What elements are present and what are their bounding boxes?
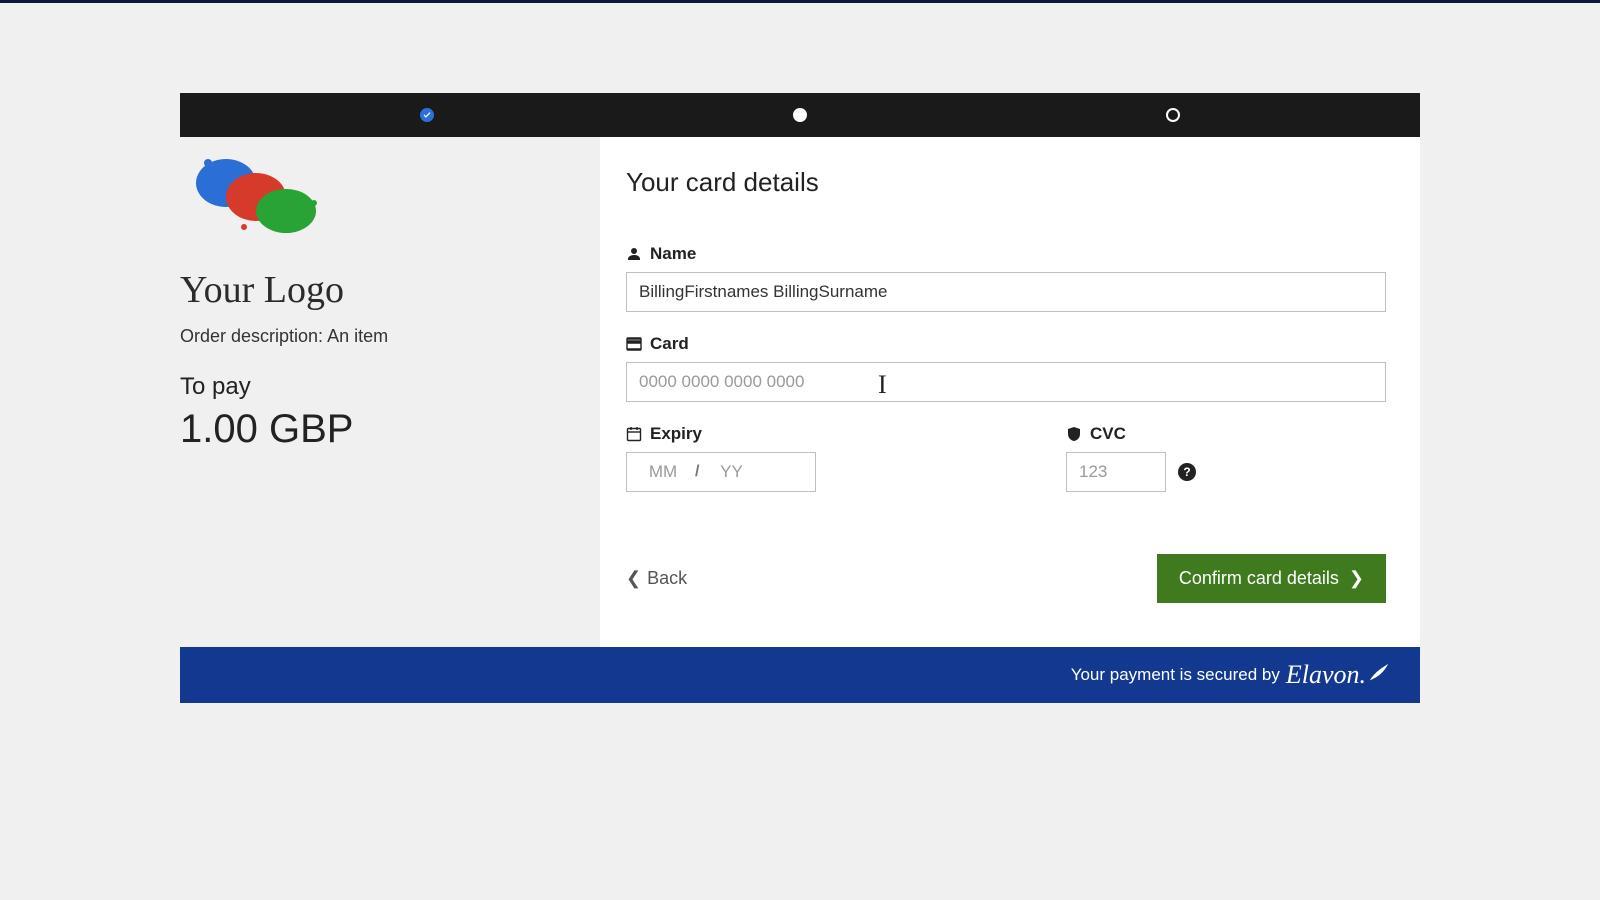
merchant-logo [188,149,578,254]
person-icon [626,246,642,262]
chevron-left-icon: ❮ [626,568,641,589]
footer-secured-text: Your payment is secured by [1071,665,1280,685]
to-pay-label: To pay [180,373,578,401]
expiry-month-input[interactable] [635,462,691,482]
progress-step-2 [793,108,807,122]
footer-brand: Elavon. [1286,660,1390,690]
credit-card-icon [626,336,642,352]
cardholder-name-input[interactable] [626,272,1386,312]
cvc-label: CVC [1066,424,1196,444]
logo-text: Your Logo [180,268,578,312]
progress-step-3 [1166,108,1180,122]
order-summary-panel: Your Logo Order description: An item To … [180,137,600,647]
payment-page: Your Logo Order description: An item To … [180,93,1420,703]
back-button[interactable]: ❮ Back [626,568,687,589]
name-label: Name [626,244,1386,264]
card-form-title: Your card details [626,167,1386,198]
confirm-card-details-button[interactable]: Confirm card details ❯ [1157,554,1386,603]
progress-step-1 [420,108,434,122]
to-pay-amount: 1.00 GBP [180,407,578,452]
check-icon [422,110,432,120]
calendar-icon [626,426,642,442]
brand-swoosh-icon [1368,662,1390,684]
expiry-year-input[interactable] [703,462,759,482]
progress-bar [180,93,1420,137]
footer: Your payment is secured by Elavon. [180,647,1420,703]
cvc-input[interactable] [1066,452,1166,492]
order-description: Order description: An item [180,326,578,347]
card-form-panel: Your card details Name Card I Expiry [600,137,1420,647]
expiry-group: / [626,452,816,492]
card-number-input[interactable] [626,362,1386,402]
chevron-right-icon: ❯ [1349,568,1364,589]
cvc-help-icon[interactable]: ? [1178,463,1196,481]
shield-icon [1066,426,1082,442]
card-label: Card [626,334,1386,354]
expiry-separator: / [691,463,703,481]
expiry-label: Expiry [626,424,1016,444]
content-area: Your Logo Order description: An item To … [180,137,1420,647]
